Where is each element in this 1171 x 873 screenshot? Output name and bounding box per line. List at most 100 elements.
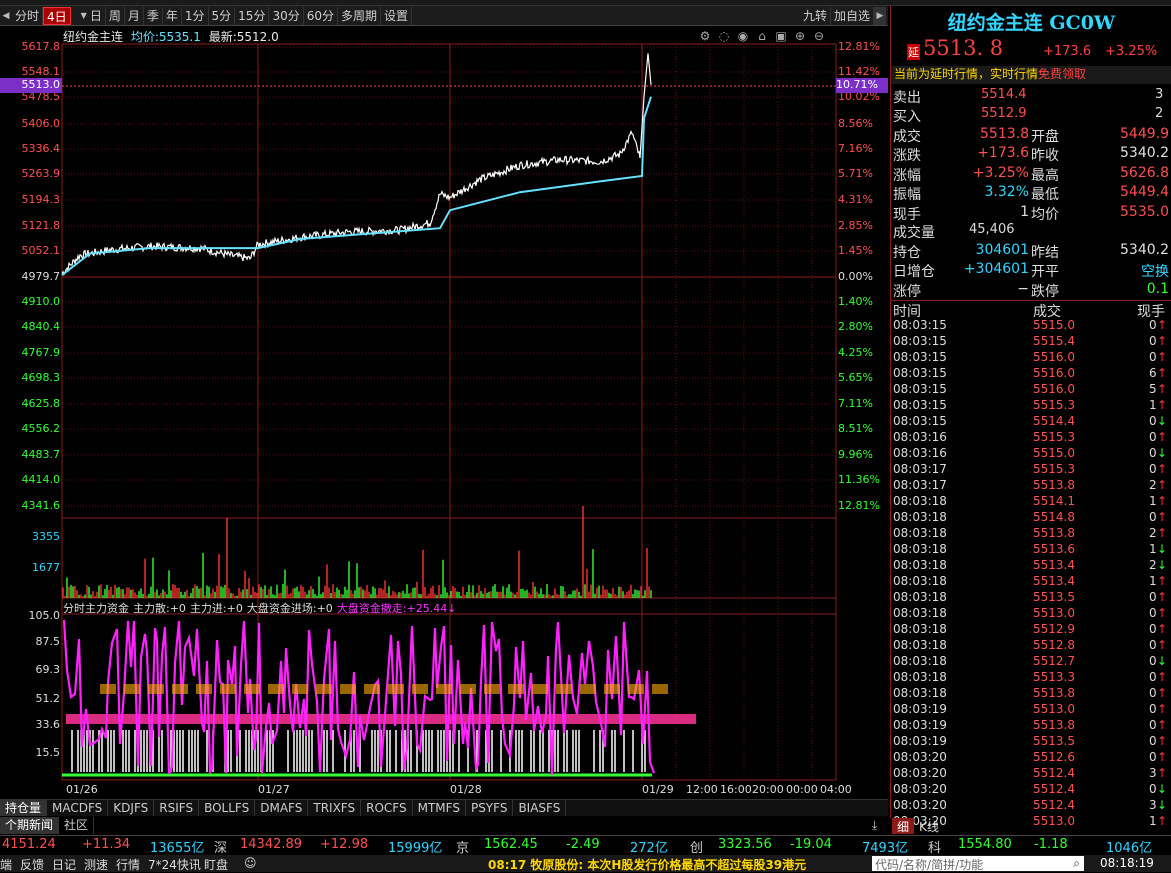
tape-time: 08:03:18 — [893, 638, 947, 652]
tape-qty: 6 — [1149, 366, 1157, 380]
bottom-item[interactable]: 测速 — [84, 856, 108, 873]
indicator-tab[interactable]: 持仓量 — [0, 800, 48, 816]
bottom-item[interactable]: 日记 — [52, 856, 76, 873]
sz-name: 深 — [214, 841, 228, 856]
arrow-up-icon: ↑ — [1157, 814, 1168, 828]
notice-link[interactable]: 免费领取 — [1038, 67, 1086, 81]
sh-price: 4151.24 — [2, 837, 56, 852]
arrow-up-icon: ↑ — [1157, 622, 1168, 636]
stat-row-label: 涨幅 — [893, 167, 921, 184]
tape-row: 08:03:18 5513.8 0 ↑ — [891, 686, 1171, 702]
news-tab[interactable]: 个期新闻 — [0, 817, 60, 834]
quote-panel: 纽约金主连 GC0W ✕ 延 5513. 8 +173.6 +3.25% 当前为… — [890, 6, 1171, 828]
indicator-tab[interactable]: TRIXFS — [308, 800, 362, 816]
oi-row-label: 涨停 — [893, 283, 921, 300]
period-tab-7[interactable]: 1分 — [182, 6, 209, 25]
chat-icon[interactable]: ☺ — [244, 856, 257, 870]
period-tab-5[interactable]: 季 — [144, 6, 163, 25]
bottom-item[interactable]: 端 — [0, 856, 12, 873]
period-tab-11[interactable]: 60分 — [304, 6, 339, 25]
tape-row: 08:03:18 5512.9 0 ↑ — [891, 622, 1171, 638]
download-icon[interactable]: ⤓ — [872, 818, 892, 834]
tape-time: 08:03:16 — [893, 446, 947, 460]
arrow-down-icon: ↓ — [1157, 798, 1168, 812]
sell-qty: 3 — [1155, 87, 1164, 102]
tape-time: 08:03:15 — [893, 334, 947, 348]
indicator-tab[interactable]: ROCFS — [361, 800, 413, 816]
tab-kline[interactable]: K线 — [914, 818, 944, 834]
tape-row: 08:03:18 5514.1 1 ↑ — [891, 494, 1171, 510]
period-tab-8[interactable]: 5分 — [209, 6, 236, 25]
period-tab-6[interactable]: 年 — [163, 6, 182, 25]
tab-detail[interactable]: 细 — [892, 818, 915, 834]
bottom-item[interactable]: 行情 — [116, 856, 140, 873]
tape-price: 5512.4 — [1033, 782, 1075, 796]
arrow-up-icon: ↑ — [1157, 702, 1168, 716]
tape-price: 5513.5 — [1033, 590, 1075, 604]
news-tab[interactable]: 社区 — [59, 817, 95, 834]
date-tick: 00:00 — [786, 783, 818, 796]
tape-time: 08:03:18 — [893, 510, 947, 524]
tape-time: 08:03:15 — [893, 318, 947, 332]
indicator-tab[interactable]: DMAFS — [255, 800, 309, 816]
tape-time: 08:03:19 — [893, 734, 947, 748]
indicator-tab[interactable]: MACDFS — [47, 800, 109, 816]
indicator-tab[interactable]: MTMFS — [413, 800, 466, 816]
tape-price: 5515.0 — [1033, 318, 1075, 332]
pct-tick: 7.11% — [838, 397, 873, 410]
pct-tick: 5.65% — [838, 371, 873, 384]
tape-qty: 2 — [1149, 526, 1157, 540]
period-tab-2[interactable]: 日 — [87, 6, 106, 25]
indicator-item-value: +0 — [316, 602, 333, 615]
toolbar-right-1[interactable]: 加自选 — [831, 7, 874, 25]
tape-row: 08:03:17 5513.8 2 ↑ — [891, 478, 1171, 494]
indicator-orange-mark — [556, 684, 572, 694]
period-tab-12[interactable]: 多周期 — [338, 6, 382, 25]
trade-tape[interactable]: 时间 成交 现手 08:03:15 5515.0 0 ↑ 08:03:15 5515.4 0 ↑ 08… — [891, 300, 1171, 830]
current-pct-tag: 10.71% — [836, 78, 888, 93]
indicator-tab[interactable]: KDJFS — [108, 800, 155, 816]
toolbar-right-0[interactable]: 九转 — [800, 7, 831, 25]
tape-qty: 0 — [1149, 622, 1157, 636]
tape-time: 08:03:20 — [893, 766, 947, 780]
pct-tick: 4.31% — [838, 193, 873, 206]
stat-row-value: +173.6 — [977, 145, 1029, 162]
forward-arrow-icon[interactable]: ▶ — [874, 7, 886, 25]
period-tab-0[interactable]: 分时 — [12, 6, 44, 25]
price-tick: 5121.8 — [21, 219, 61, 232]
tape-price: 5513.8 — [1033, 718, 1075, 732]
period-tab-4[interactable]: 月 — [125, 6, 144, 25]
indicator-tab[interactable]: BOLLFS — [199, 800, 256, 816]
pct-tick: 11.42% — [838, 65, 880, 78]
period-tab-9[interactable]: 15分 — [235, 6, 270, 25]
period-tab-13[interactable]: 设置 — [381, 6, 413, 25]
back-arrow-icon[interactable]: ◀ — [0, 7, 12, 25]
period-tab-10[interactable]: 30分 — [269, 6, 304, 25]
tape-row: 08:03:18 5513.5 0 ↑ — [891, 590, 1171, 606]
price-tick: 5336.4 — [21, 142, 61, 155]
pct-tick: 2.85% — [838, 219, 873, 232]
period-tab-3[interactable]: 周 — [106, 6, 125, 25]
stat-row-label2: 开盘 — [1031, 129, 1059, 145]
arrow-up-icon: ↑ — [1157, 670, 1168, 684]
tape-qty: 0 — [1149, 318, 1157, 332]
news-ticker[interactable]: 08:17 牧原股份: 本次H股发行价格最高不超过每股39港元 — [488, 856, 806, 873]
bottom-item[interactable]: 7*24快讯 — [148, 856, 201, 873]
intraday-chart[interactable] — [0, 26, 890, 798]
tape-price: 5512.4 — [1033, 798, 1075, 812]
period-tab-1[interactable]: 4日 — [43, 6, 71, 25]
indicator-tab[interactable]: BIASFS — [513, 800, 567, 816]
tape-qty: 0 — [1149, 654, 1157, 668]
indicator-tab[interactable]: RSIFS — [154, 800, 200, 816]
tape-qty: 1 — [1149, 542, 1157, 556]
tape-price: 5513.5 — [1033, 734, 1075, 748]
stat-row-value2: 5449.4 — [1120, 184, 1169, 201]
indicator-tab[interactable]: PSYFS — [466, 800, 514, 816]
bottom-item[interactable]: 盯盘 — [204, 856, 228, 873]
price-tick: 4910.0 — [21, 295, 61, 308]
search-box[interactable]: 代码/名称/简拼/功能 ⌕ — [872, 856, 1084, 872]
pct-tick: 2.80% — [838, 320, 873, 333]
bottom-item[interactable]: 反馈 — [20, 856, 44, 873]
oi-row-label: 持仓 — [893, 245, 921, 261]
tape-qty: 5 — [1149, 382, 1157, 396]
